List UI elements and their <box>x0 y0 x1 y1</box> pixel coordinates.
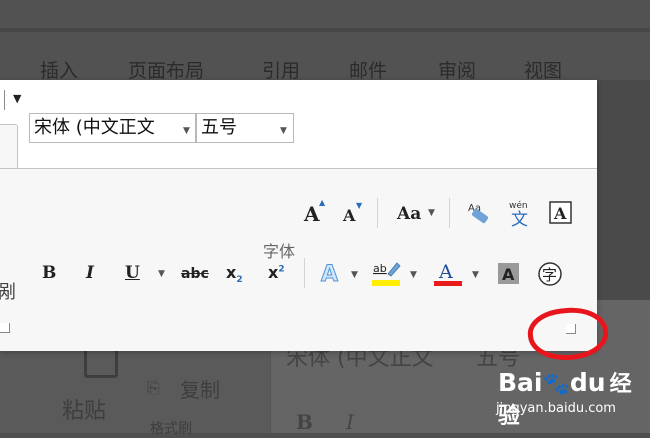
svg-text:A: A <box>502 265 515 284</box>
change-case-button[interactable]: Aa <box>397 204 421 224</box>
background-band <box>0 28 650 32</box>
font-name-dropdown-icon[interactable]: ▼ <box>181 126 192 136</box>
underline-dropdown-icon[interactable]: ▼ <box>158 269 165 279</box>
customize-qat-icon[interactable]: ▼ <box>13 92 21 105</box>
bold-button[interactable]: B <box>42 263 56 283</box>
tab-insert[interactable]: 插入 <box>40 56 78 83</box>
font-group <box>0 168 597 351</box>
character-border-icon[interactable]: A <box>549 201 573 225</box>
clipboard-dialog-launcher-icon[interactable] <box>0 323 10 333</box>
ghost-copy-label: 复制 <box>180 378 220 402</box>
enclose-characters-icon[interactable]: 字 <box>537 260 565 288</box>
grow-font-button[interactable]: A <box>304 202 320 226</box>
underline-button[interactable]: U <box>125 263 140 283</box>
text-effects-icon[interactable]: A <box>318 260 344 287</box>
qat-separator <box>4 90 5 110</box>
tab-home[interactable] <box>0 124 18 171</box>
font-name-value: 宋体 (中文正文 <box>34 117 155 138</box>
subscript-button[interactable]: x2 <box>226 263 243 285</box>
tab-references[interactable]: 引用 <box>262 56 300 83</box>
watermark-brand-pre: Bai <box>498 368 543 397</box>
font-size-dropdown-icon[interactable]: ▼ <box>280 126 287 136</box>
ghost-copy-icon: ⎘ <box>147 378 160 397</box>
shrink-arrow-icon: ▼ <box>356 201 363 210</box>
svg-text:字: 字 <box>542 266 557 284</box>
svg-text:ab: ab <box>373 262 387 275</box>
watermark-brand-mid: du <box>569 368 606 397</box>
strikethrough-button[interactable]: abc <box>181 266 209 282</box>
separator <box>377 198 378 228</box>
phonetic-guide-icon[interactable]: wén 文 <box>506 198 536 228</box>
svg-text:A: A <box>553 204 567 223</box>
highlight-dropdown-icon[interactable]: ▼ <box>410 270 417 280</box>
separator <box>304 258 305 288</box>
watermark-paw-icon: 🐾 <box>542 372 570 397</box>
watermark-url: jingyan.baidu.com <box>496 401 616 416</box>
highlight-color-icon[interactable]: ab <box>370 258 402 290</box>
tab-view[interactable]: 视图 <box>524 56 562 83</box>
grow-arrow-icon: ▲ <box>319 198 326 207</box>
ghost-format-painter-label: 格式刷 <box>150 421 192 437</box>
ghost-paste-label: 粘贴 <box>62 399 107 424</box>
left-partial-label: 剐 <box>0 282 16 303</box>
separator <box>449 198 450 228</box>
tab-mailings[interactable]: 邮件 <box>349 56 387 83</box>
svg-text:文: 文 <box>511 210 528 228</box>
superscript-button[interactable]: x2 <box>268 263 285 282</box>
character-shading-icon[interactable]: A <box>497 262 521 286</box>
change-case-dropdown-icon[interactable]: ▼ <box>428 208 435 218</box>
font-group-label: 字体 <box>263 242 296 261</box>
svg-text:A: A <box>438 261 453 283</box>
clear-formatting-icon[interactable]: Aa <box>464 198 492 226</box>
font-name-select[interactable]: 宋体 (中文正文 <box>29 113 196 143</box>
tab-review[interactable]: 审阅 <box>438 56 476 83</box>
tab-page-layout[interactable]: 页面布局 <box>128 56 204 83</box>
font-color-icon[interactable]: A <box>432 258 464 290</box>
italic-button[interactable]: I <box>86 263 94 283</box>
svg-text:A: A <box>321 262 338 286</box>
font-size-value: 五号 <box>201 117 237 138</box>
ghost-bold-icon: B <box>296 410 313 434</box>
text-effects-dropdown-icon[interactable]: ▼ <box>351 270 358 280</box>
font-color-dropdown-icon[interactable]: ▼ <box>472 270 479 280</box>
shrink-font-button[interactable]: A <box>343 206 355 225</box>
ghost-italic-icon: I <box>346 410 354 434</box>
watermark-brand: Bai🐾du 经验 <box>498 366 650 430</box>
